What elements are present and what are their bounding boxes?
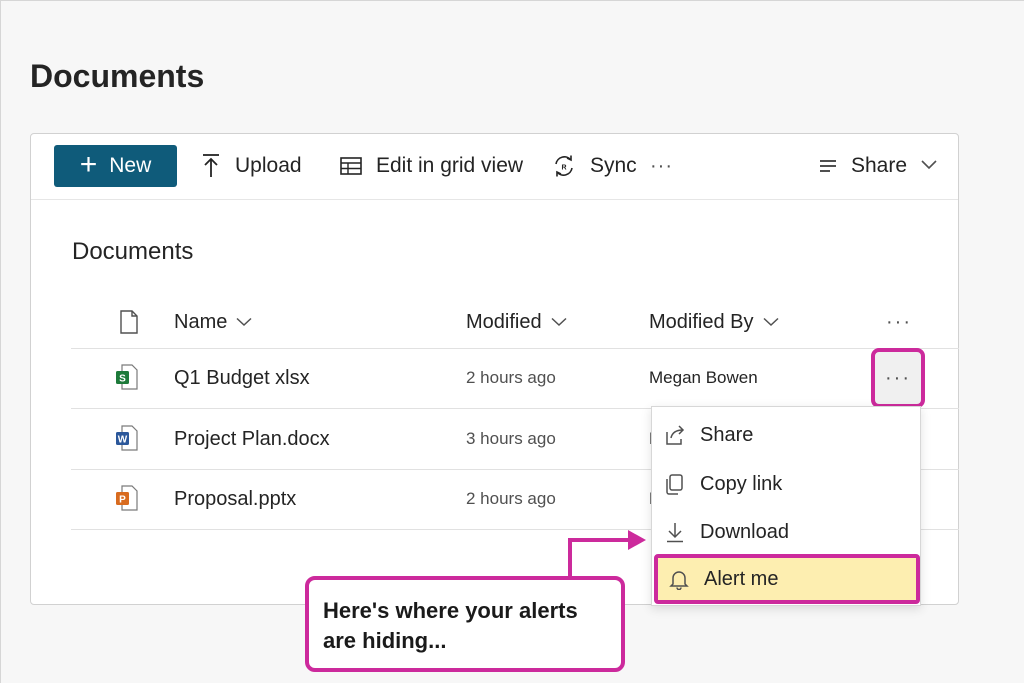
- row-context-menu: Share Copy link Download Alert me: [651, 406, 921, 606]
- menu-item-alert-me[interactable]: Alert me: [654, 554, 920, 604]
- edit-grid-view-label: Edit in grid view: [376, 154, 524, 177]
- file-badge: P: [119, 495, 126, 506]
- new-button[interactable]: + New: [54, 145, 177, 187]
- bell-icon: [669, 571, 689, 590]
- plus-icon: +: [79, 147, 98, 181]
- chevron-down-icon: [236, 317, 252, 327]
- share-label: Share: [851, 154, 908, 177]
- upload-icon: [203, 154, 219, 177]
- chevron-down-icon: [551, 317, 567, 327]
- alerts-callout: Here's where your alerts are hiding...: [305, 576, 625, 672]
- menu-item-share[interactable]: Share: [652, 413, 920, 457]
- column-header-modified[interactable]: Modified: [466, 308, 568, 336]
- new-button-label: New: [109, 154, 152, 177]
- sync-icon: R: [555, 155, 573, 177]
- menu-item-label: Share: [700, 423, 754, 446]
- modified-time: 2 hours ago: [466, 489, 556, 508]
- callout-line-1: Here's where your alerts: [323, 598, 578, 623]
- command-bar: + New Upload Edit in grid view R Sync ··…: [31, 134, 958, 200]
- column-modified-by-label: Modified By: [649, 310, 754, 333]
- file-name[interactable]: Project Plan.docx: [174, 428, 330, 451]
- menu-item-label: Copy link: [700, 472, 783, 495]
- column-modified-label: Modified: [466, 310, 542, 333]
- column-header-modified-by[interactable]: Modified By: [649, 308, 780, 336]
- upload-button[interactable]: Upload: [201, 148, 302, 184]
- modified-time: 2 hours ago: [466, 368, 556, 387]
- share-icon: [666, 425, 685, 445]
- download-icon: [667, 523, 683, 543]
- column-header-name[interactable]: Name: [174, 308, 253, 336]
- document-library-card: + New Upload Edit in grid view R Sync ··…: [30, 133, 959, 606]
- excel-file-icon: S: [116, 364, 138, 390]
- upload-label: Upload: [235, 154, 302, 177]
- file-type-column-icon[interactable]: [119, 310, 139, 334]
- menu-item-label: Download: [700, 520, 789, 543]
- modified-by: Megan Bowen: [649, 368, 758, 387]
- callout-line-2: are hiding...: [323, 628, 447, 653]
- list-lines-icon: [820, 160, 836, 172]
- powerpoint-file-icon: P: [116, 485, 138, 511]
- row-more-actions-button[interactable]: ···: [871, 348, 925, 408]
- menu-item-copy-link[interactable]: Copy link: [652, 462, 920, 506]
- file-name[interactable]: Q1 Budget xlsx: [174, 367, 310, 390]
- library-heading: Documents: [72, 238, 194, 265]
- svg-text:R: R: [561, 165, 566, 172]
- copy-link-icon: [666, 474, 683, 495]
- column-options-button[interactable]: ···: [886, 308, 912, 336]
- grid-view-icon: [340, 157, 362, 175]
- word-file-icon: W: [116, 425, 138, 451]
- column-name-label: Name: [174, 310, 228, 333]
- menu-item-label: Alert me: [704, 567, 779, 590]
- share-button[interactable]: Share: [819, 148, 907, 184]
- page-title: Documents: [30, 58, 205, 94]
- file-badge: S: [119, 374, 126, 385]
- menu-item-download[interactable]: Download: [652, 510, 920, 554]
- sync-button[interactable]: R Sync: [552, 148, 637, 184]
- more-commands-button[interactable]: ···: [650, 148, 673, 184]
- header-divider: [71, 348, 959, 349]
- modified-time: 3 hours ago: [466, 429, 556, 448]
- file-name[interactable]: Proposal.pptx: [174, 488, 296, 511]
- edit-grid-view-button[interactable]: Edit in grid view: [340, 148, 523, 184]
- chevron-down-icon[interactable]: [920, 159, 938, 171]
- file-badge: W: [118, 435, 128, 446]
- sync-label: Sync: [590, 154, 637, 177]
- chevron-down-icon: [762, 317, 779, 327]
